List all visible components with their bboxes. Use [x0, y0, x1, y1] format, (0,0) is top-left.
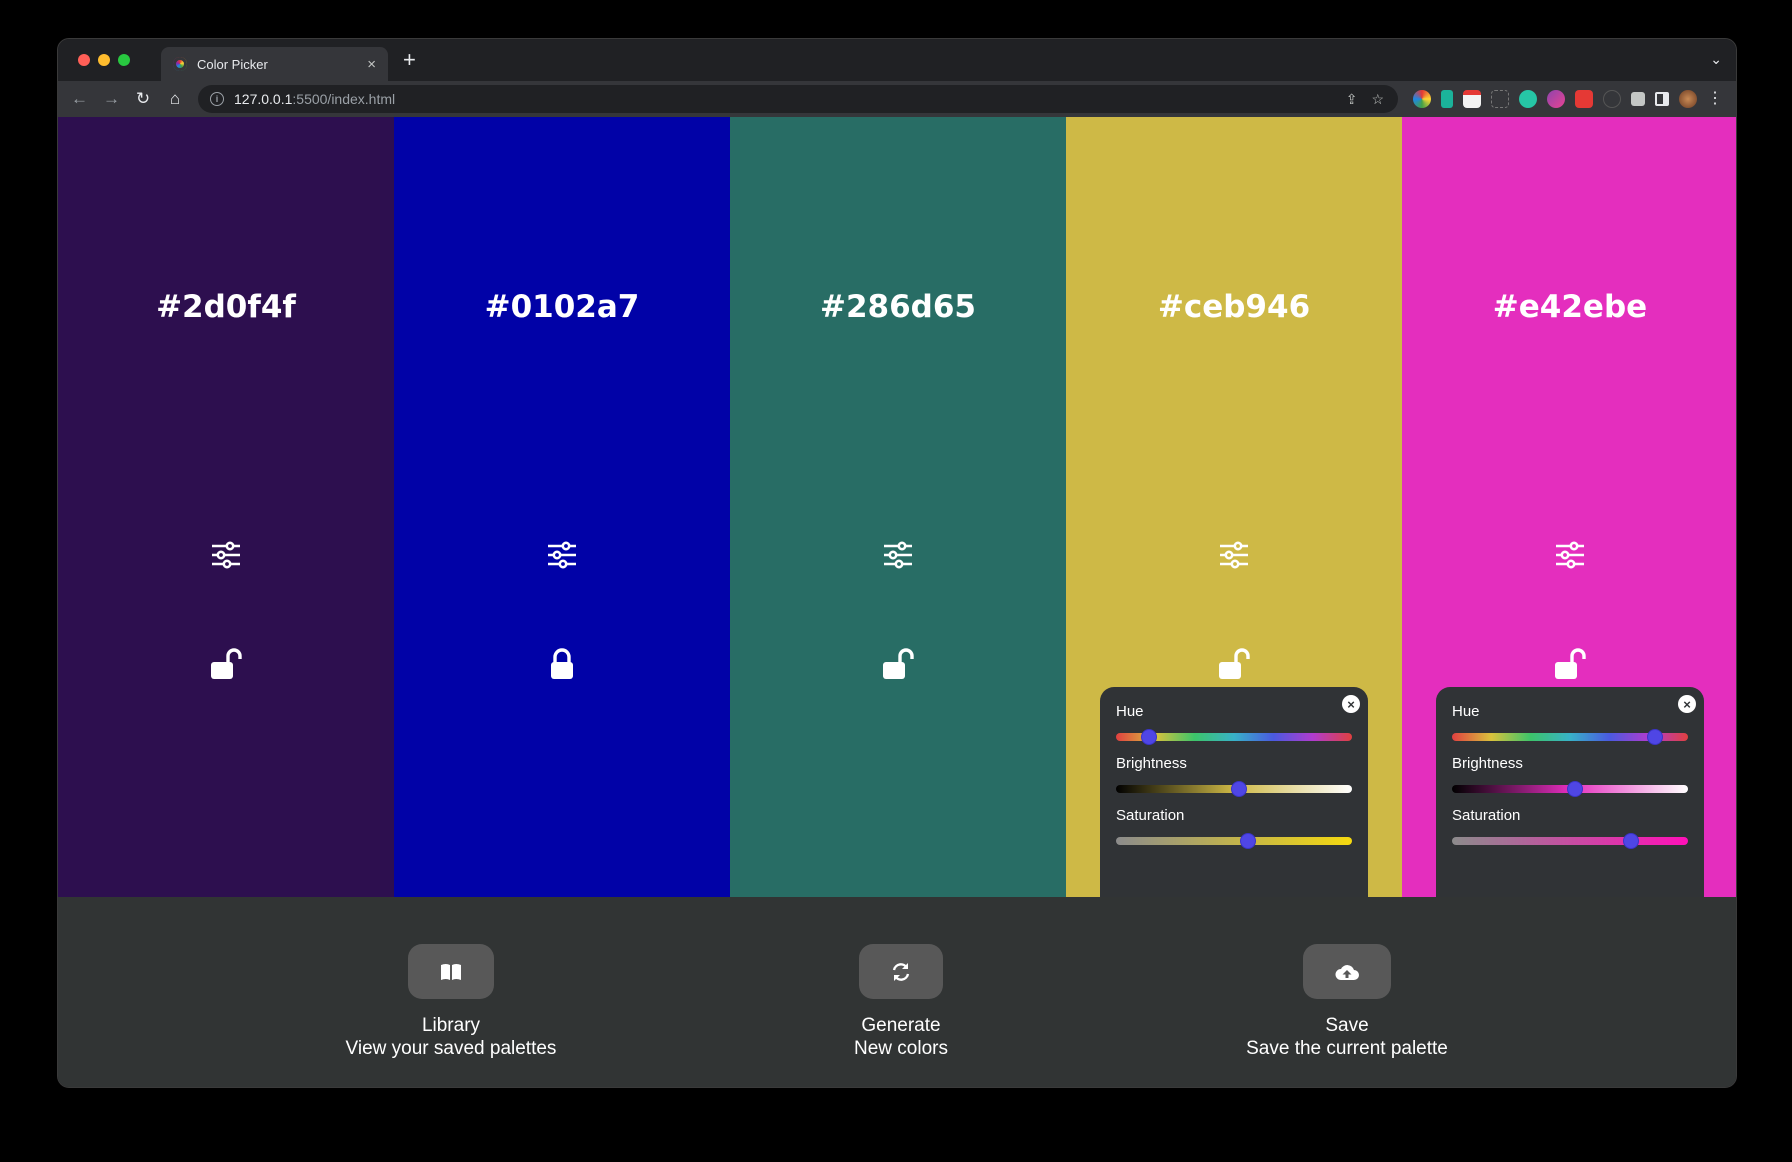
hue-slider-knob[interactable] [1646, 729, 1663, 745]
color-extension-icon[interactable] [1413, 90, 1431, 108]
home-icon[interactable]: ⌂ [167, 89, 183, 109]
feather-extension-icon[interactable] [1441, 90, 1453, 108]
hex-label[interactable]: #2d0f4f [58, 289, 394, 325]
saturation-slider[interactable] [1452, 833, 1688, 849]
tab-close-icon[interactable]: × [367, 57, 376, 72]
library-title: Library [421, 1015, 481, 1036]
brightness-slider[interactable] [1452, 781, 1688, 797]
adjust-sliders-icon[interactable] [210, 539, 242, 571]
tab-search-icon[interactable]: ⌄ [1710, 51, 1722, 68]
hex-label[interactable]: #ceb946 [1066, 289, 1402, 325]
unlock-icon[interactable] [208, 647, 244, 683]
share-icon[interactable]: ⇪ [1346, 91, 1358, 108]
brightness-slider[interactable] [1116, 781, 1352, 797]
saturation-slider[interactable] [1116, 833, 1352, 849]
address-bar[interactable]: i 127.0.0.1:5500/index.html ⇪ ☆ [198, 85, 1398, 113]
reload-icon[interactable]: ↻ [135, 89, 151, 109]
brightness-slider-knob[interactable] [1230, 781, 1247, 797]
generate-caption: Generate New colors [751, 1014, 1051, 1060]
generate-button[interactable] [859, 944, 943, 999]
tab-title: Color Picker [197, 56, 268, 72]
broadcast-extension-icon[interactable] [1603, 90, 1621, 108]
zoom-window-button[interactable] [118, 54, 130, 66]
unlock-icon[interactable] [1552, 647, 1588, 683]
hue-label: Hue [1452, 703, 1480, 720]
back-icon[interactable]: ← [71, 89, 88, 109]
color-column-4: #ceb946 × Hue Brightness Saturation [1066, 117, 1402, 897]
profile-avatar[interactable] [1679, 90, 1697, 108]
color-column-1: #2d0f4f [58, 117, 394, 897]
hue-label: Hue [1116, 703, 1144, 720]
book-icon [441, 963, 461, 980]
hue-slider[interactable] [1452, 729, 1688, 745]
adjust-panel: × Hue Brightness Saturation [1100, 687, 1368, 897]
cloud-upload-icon [1335, 964, 1359, 980]
grid-extension-icon[interactable] [1575, 90, 1593, 108]
hex-label[interactable]: #0102a7 [394, 289, 730, 325]
saturation-slider-knob[interactable] [1240, 833, 1257, 849]
puzzle-icon[interactable] [1631, 92, 1645, 106]
save-title: Save [1325, 1015, 1369, 1036]
save-button[interactable] [1303, 944, 1391, 999]
saturation-slider-knob[interactable] [1623, 833, 1640, 849]
color-column-5: #e42ebe × Hue Brightness Saturation [1402, 117, 1736, 897]
brightness-slider-knob[interactable] [1566, 781, 1583, 797]
adjust-sliders-icon[interactable] [546, 539, 578, 571]
library-caption: Library View your saved palettes [301, 1014, 601, 1060]
footer-panel: Library View your saved palettes Generat… [58, 897, 1736, 1087]
browser-window: Color Picker × + ⌄ ← → ↻ ⌂ i 127.0.0.1:5… [57, 38, 1737, 1088]
saturation-label: Saturation [1452, 807, 1521, 824]
generate-title: Generate [861, 1015, 941, 1036]
adjust-sliders-icon[interactable] [1554, 539, 1586, 571]
brightness-label: Brightness [1116, 755, 1187, 772]
site-info-icon[interactable]: i [210, 92, 224, 106]
app-content: #2d0f4f #0102a7 #286d65 #ceb946 × Hue Br… [58, 117, 1736, 1087]
favicon-icon [173, 57, 187, 71]
hue-slider-knob[interactable] [1141, 729, 1158, 745]
close-panel-icon[interactable]: × [1678, 695, 1696, 713]
save-subtitle: Save the current palette [1246, 1038, 1448, 1059]
unlock-icon[interactable] [1216, 647, 1252, 683]
library-button[interactable] [408, 944, 494, 999]
palette-extension-icon[interactable] [1547, 90, 1565, 108]
browser-toolbar: ← → ↻ ⌂ i 127.0.0.1:5500/index.html ⇪ ☆ [58, 81, 1736, 117]
close-window-button[interactable] [78, 54, 90, 66]
menu-kebab-icon[interactable]: ⋮ [1707, 90, 1723, 108]
url-host: 127.0.0.1 [234, 91, 293, 107]
w-extension-icon[interactable] [1519, 90, 1537, 108]
adjust-panel: × Hue Brightness Saturation [1436, 687, 1704, 897]
new-tab-button[interactable]: + [403, 49, 416, 71]
calendar-extension-icon[interactable] [1463, 90, 1481, 108]
side-panel-icon[interactable] [1655, 92, 1669, 106]
extensions-bar: ⋮ [1413, 90, 1723, 108]
bookmark-star-icon[interactable]: ☆ [1371, 91, 1384, 108]
palette: #2d0f4f #0102a7 #286d65 #ceb946 × Hue Br… [58, 117, 1736, 897]
saturation-label: Saturation [1116, 807, 1185, 824]
window-controls [78, 54, 130, 66]
adjust-sliders-icon[interactable] [1218, 539, 1250, 571]
screenshot-extension-icon[interactable] [1491, 90, 1509, 108]
lock-icon[interactable] [544, 647, 580, 683]
minimize-window-button[interactable] [98, 54, 110, 66]
color-column-2: #0102a7 [394, 117, 730, 897]
forward-icon[interactable]: → [103, 89, 120, 109]
adjust-sliders-icon[interactable] [882, 539, 914, 571]
brightness-label: Brightness [1452, 755, 1523, 772]
refresh-icon [892, 962, 910, 981]
close-panel-icon[interactable]: × [1342, 695, 1360, 713]
url-path: :5500/index.html [292, 91, 396, 107]
save-caption: Save Save the current palette [1197, 1014, 1497, 1060]
unlock-icon[interactable] [880, 647, 916, 683]
title-bar: Color Picker × + ⌄ [58, 39, 1736, 81]
hue-slider[interactable] [1116, 729, 1352, 745]
library-subtitle: View your saved palettes [345, 1038, 557, 1059]
hex-label[interactable]: #e42ebe [1402, 289, 1736, 325]
generate-subtitle: New colors [854, 1038, 948, 1059]
hex-label[interactable]: #286d65 [730, 289, 1066, 325]
color-column-3: #286d65 [730, 117, 1066, 897]
browser-tab[interactable]: Color Picker × [161, 47, 388, 81]
